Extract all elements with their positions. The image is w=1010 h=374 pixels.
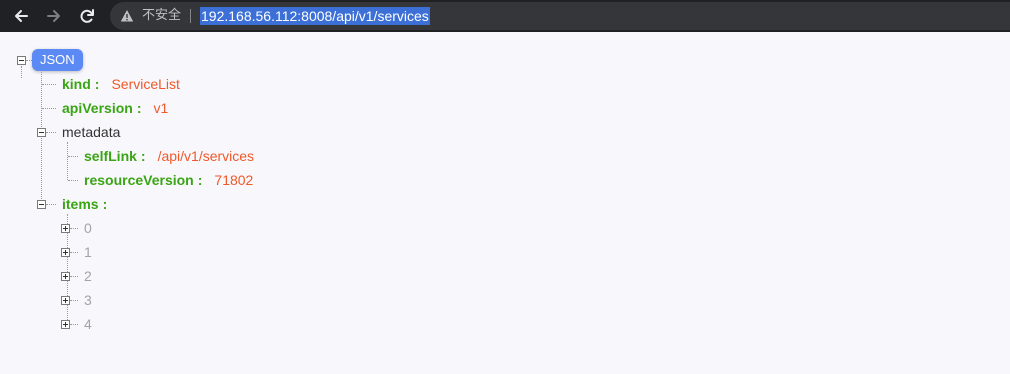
json-key: apiVersion: [62, 100, 133, 116]
json-key: kind: [62, 76, 91, 92]
tree-guide-line: [46, 204, 56, 205]
tree-guide-line: [42, 84, 56, 85]
array-index-1[interactable]: 1: [84, 243, 92, 261]
tree-guide-line: [67, 142, 68, 180]
forward-button[interactable]: [42, 0, 66, 32]
tree-guide-line: [68, 156, 78, 157]
json-value[interactable]: v1: [153, 100, 168, 116]
key-separator: :: [136, 100, 142, 116]
arrow-right-icon: [47, 10, 60, 22]
json-entry-selfLink: selfLink: /api/v1/services: [84, 147, 254, 165]
json-entry-items: items:: [62, 195, 107, 213]
json-key: selfLink: [84, 148, 137, 164]
address-bar[interactable]: 不安全 192.168.56.112:8008/api/v1/services: [110, 2, 1010, 30]
array-index-0[interactable]: 0: [84, 219, 92, 237]
omnibox-divider: [190, 9, 191, 23]
json-key: items: [62, 196, 99, 212]
items-collapse-toggle[interactable]: [37, 200, 46, 209]
array-index-4[interactable]: 4: [84, 315, 92, 333]
tree-guide-line: [41, 72, 42, 207]
json-root-badge[interactable]: JSON: [32, 49, 83, 71]
item-expand-toggle[interactable]: [61, 224, 70, 233]
tree-guide-line: [21, 66, 22, 78]
tree-guide-line: [70, 300, 78, 301]
array-index-3[interactable]: 3: [84, 291, 92, 309]
json-entry-metadata: metadata: [62, 123, 120, 141]
json-key[interactable]: metadata: [62, 124, 120, 140]
tree-guide-line: [68, 180, 78, 181]
key-separator: :: [102, 196, 108, 212]
json-entry-apiVersion: apiVersion: v1: [62, 99, 168, 117]
reload-icon: [80, 9, 94, 23]
json-key: resourceVersion: [84, 172, 194, 188]
arrow-left-icon: [15, 10, 28, 22]
item-expand-toggle[interactable]: [61, 248, 70, 257]
browser-toolbar: 不安全 192.168.56.112:8008/api/v1/services: [0, 0, 1010, 32]
item-expand-toggle[interactable]: [61, 272, 70, 281]
key-separator: :: [140, 148, 146, 164]
back-button[interactable]: [9, 0, 33, 32]
json-value[interactable]: 71802: [214, 172, 253, 188]
tree-guide-line: [42, 108, 56, 109]
tree-guide-line: [70, 252, 78, 253]
item-expand-toggle[interactable]: [61, 320, 70, 329]
json-entry-kind: kind: ServiceList: [62, 75, 180, 93]
warning-triangle-icon: [120, 10, 134, 22]
url-text[interactable]: 192.168.56.112:8008/api/v1/services: [200, 7, 430, 25]
json-value[interactable]: /api/v1/services: [158, 148, 254, 164]
tree-guide-line: [46, 132, 56, 133]
tree-guide-line: [70, 324, 78, 325]
metadata-collapse-toggle[interactable]: [37, 128, 46, 137]
tree-guide-line: [70, 228, 78, 229]
key-separator: :: [94, 76, 100, 92]
item-expand-toggle[interactable]: [61, 296, 70, 305]
json-entry-resourceVersion: resourceVersion:71802: [84, 171, 253, 189]
security-status-label[interactable]: 不安全: [142, 8, 181, 24]
reload-button[interactable]: [75, 0, 99, 32]
key-separator: :: [197, 172, 203, 188]
root-collapse-toggle[interactable]: [17, 56, 26, 65]
tree-guide-line: [70, 276, 78, 277]
json-value[interactable]: ServiceList: [111, 76, 179, 92]
array-index-2[interactable]: 2: [84, 267, 92, 285]
